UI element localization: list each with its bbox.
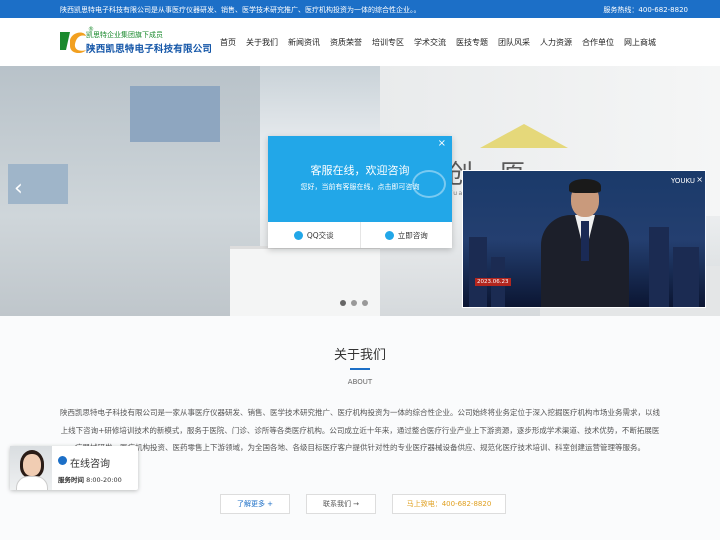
contact-us-button[interactable]: 联系我们 →: [306, 494, 376, 514]
company-logo[interactable]: ® 凯思特企业集团旗下成员 陕西凯思特电子科技有限公司: [58, 26, 212, 60]
nav-item-training[interactable]: 培训专区: [372, 37, 404, 48]
qq-icon: [293, 230, 303, 240]
nav-item-home[interactable]: 首页: [220, 37, 236, 48]
video-player[interactable]: YOUKU × 2023.06.23: [462, 170, 706, 308]
about-body-text: 陕西凯思特电子科技有限公司是一家从事医疗仪器研发、销售、医学技术研究推广、医疗机…: [60, 408, 660, 453]
banner-roof-accent: [480, 124, 568, 148]
main-nav: 首页 关于我们 新闻资讯 资质荣誉 培训专区 学术交流 医技专题 团队风采 人力…: [220, 37, 666, 48]
close-icon[interactable]: ×: [696, 175, 703, 184]
video-watermark: YOUKU: [670, 177, 695, 185]
avatar-body: [16, 476, 48, 490]
close-icon[interactable]: ×: [438, 138, 446, 149]
video-anchor-hair: [569, 179, 601, 193]
consult-now-label: 立即咨询: [397, 230, 428, 240]
chat-popup-header: × 客服在线，欢迎咨询 您好，当前有客服在线，点击即可咨询: [268, 136, 452, 222]
company-intro-text: 陕西凯思特电子科技有限公司是从事医疗仪器研发、销售、医学技术研究推广、医疗机构投…: [60, 6, 421, 14]
slider-dot[interactable]: [340, 300, 346, 306]
logo-tagline: 凯思特企业集团旗下成员: [86, 31, 163, 39]
nav-item-hr[interactable]: 人力资源: [540, 37, 572, 48]
avatar: [10, 446, 52, 490]
chevron-left-icon[interactable]: ‹: [14, 176, 23, 201]
service-hours-prefix: 服务时间: [58, 476, 84, 484]
learn-more-button[interactable]: 了解更多 +: [220, 494, 290, 514]
nav-item-partners[interactable]: 合作单位: [582, 37, 614, 48]
service-hotline[interactable]: 服务热线：400-682-8820: [603, 5, 688, 15]
video-building: [469, 237, 487, 307]
nav-item-medtech[interactable]: 医技专题: [456, 37, 488, 48]
video-date-label: 2023.06.23: [475, 278, 511, 286]
about-subtitle: ABOUT: [347, 378, 373, 386]
nav-item-about[interactable]: 关于我们: [246, 37, 278, 48]
video-anchor-tie: [581, 221, 589, 261]
slider-dot[interactable]: [362, 300, 368, 306]
service-hours: 服务时间 8:00-20:00: [58, 474, 122, 484]
chat-icon: [384, 230, 394, 240]
about-title: 关于我们: [333, 348, 386, 363]
nav-item-news[interactable]: 新闻资讯: [288, 37, 320, 48]
about-buttons: 了解更多 + 联系我们 → 马上致电：400-682-8820: [220, 494, 522, 514]
title-underline: [350, 368, 370, 370]
chat-popup: × 客服在线，欢迎咨询 您好，当前有客服在线，点击即可咨询 QQ交谈 立即咨询: [268, 136, 452, 248]
qq-chat-label: QQ交谈: [306, 230, 334, 240]
slider-dot[interactable]: [351, 300, 357, 306]
video-building: [649, 227, 669, 307]
video-building: [673, 247, 699, 307]
chat-popup-subtitle: 您好，当前有客服在线，点击即可咨询: [300, 183, 420, 191]
slider-dots: [340, 300, 373, 306]
logo-mark-icon: [60, 32, 86, 54]
top-info-bar: 陕西凯思特电子科技有限公司是从事医疗仪器研发、销售、医学技术研究推广、医疗机构投…: [0, 0, 720, 18]
nav-item-mall[interactable]: 网上商城: [624, 37, 656, 48]
nav-item-team[interactable]: 团队风采: [498, 37, 530, 48]
nav-item-academic[interactable]: 学术交流: [414, 37, 446, 48]
banner-screen: [130, 86, 220, 142]
chat-icon: [58, 456, 67, 465]
nav-item-honors[interactable]: 资质荣誉: [330, 37, 362, 48]
avatar-face: [23, 454, 41, 476]
online-consult-label: 在线咨询: [70, 459, 110, 470]
about-section: 关于我们 ABOUT 陕西凯思特电子科技有限公司是一家从事医疗仪器研发、销售、医…: [0, 316, 720, 540]
logo-company-name: 陕西凯思特电子科技有限公司: [86, 44, 213, 55]
chat-popup-actions: QQ交谈 立即咨询: [268, 222, 452, 248]
chat-popup-title: 客服在线，欢迎咨询: [310, 164, 410, 177]
qq-chat-button[interactable]: QQ交谈: [268, 222, 360, 248]
service-hours-value: 8:00-20:00: [84, 476, 122, 484]
consult-now-button[interactable]: 立即咨询: [359, 222, 453, 248]
site-header: ® 凯思特企业集团旗下成员 陕西凯思特电子科技有限公司 首页 关于我们 新闻资讯…: [0, 18, 720, 66]
online-consult-widget[interactable]: 在线咨询 服务时间 8:00-20:00: [10, 446, 138, 490]
call-now-button[interactable]: 马上致电：400-682-8820: [392, 494, 506, 514]
